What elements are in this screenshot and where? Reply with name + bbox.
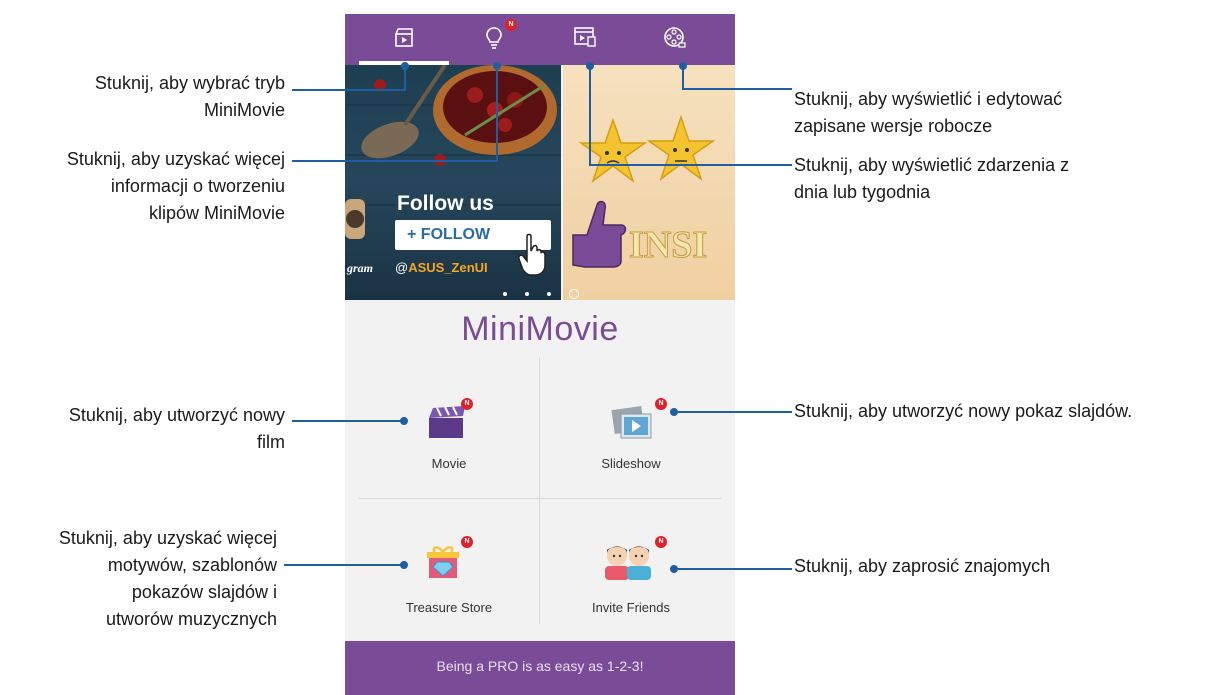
instagram-label: gram (347, 261, 374, 275)
carousel-indicator (503, 283, 597, 300)
callout-dot (493, 62, 501, 70)
promo-banner-carousel[interactable]: Follow us + FOLLOW gram @ASUS_ZenUI INSI (345, 65, 735, 300)
callout-line (496, 66, 498, 162)
callout-line (292, 160, 498, 162)
invite-friends-label: Invite Friends (591, 600, 671, 615)
annotation-line-text: Stuknij, aby utworzyć nowy (68, 405, 285, 425)
new-badge: N (655, 536, 667, 548)
film-reel-icon (664, 27, 686, 48)
hand-pointer-icon (518, 233, 546, 276)
new-badge: N (505, 19, 517, 31)
movie-label: Movie (431, 456, 467, 471)
annotation-events: Stuknij, aby wyświetlić zdarzenia z dnia… (794, 152, 1069, 206)
annotation-info: Stuknij, aby uzyskać więcej informacji o… (67, 146, 285, 227)
annotation-line-text: utworów muzycznych (105, 609, 277, 629)
callout-line (678, 568, 792, 570)
new-badge: N (461, 398, 473, 410)
callout-line (678, 411, 792, 413)
annotation-line-text: Stuknij, aby wyświetlić i edytować (794, 89, 1063, 109)
callout-line (292, 420, 404, 422)
callout-line (589, 66, 591, 166)
invite-friends-tile[interactable]: N Invite Friends (541, 508, 721, 638)
slideshow-label: Slideshow (601, 456, 661, 471)
inspiration-text: INSI (628, 224, 708, 267)
annotation-line-text: klipów MiniMovie (148, 203, 285, 223)
grid-divider-horizontal (359, 498, 721, 499)
new-badge: N (461, 536, 473, 548)
annotation-line-text: informacji o tworzeniu (110, 176, 285, 196)
slideshow-icon (611, 406, 652, 439)
annotation-line-text: Stuknij, aby uzyskać więcej (66, 149, 285, 169)
phone-screen: N Follow us + FOLLOW gram @ASUS_ZenUI IN… (345, 14, 735, 695)
annotation-line-text: Stuknij, aby utworzyć nowy pokaz slajdów… (794, 401, 1133, 421)
annotation-invite: Stuknij, aby zaprosić znajomych (794, 553, 1050, 580)
slideshow-tile[interactable]: N Slideshow (541, 368, 721, 498)
friends-icon (605, 546, 651, 580)
new-badge: N (655, 398, 667, 410)
handle-name: ASUS_ZenUI (408, 260, 488, 275)
grid-divider-vertical (539, 358, 540, 624)
callout-line (284, 564, 404, 566)
annotation-slideshow: Stuknij, aby utworzyć nowy pokaz slajdów… (794, 398, 1132, 425)
tab-tips[interactable]: N (449, 14, 539, 65)
annotation-line-text: Stuknij, aby zaprosić znajomych (794, 556, 1051, 576)
event-video-icon (574, 27, 596, 47)
callout-dot (679, 62, 687, 70)
callout-line (292, 89, 406, 91)
callout-dot (670, 565, 678, 573)
minimovie-logo: MiniMovie (461, 310, 619, 348)
annotation-line-text: MiniMovie (203, 100, 285, 120)
annotation-line-text: zapisane wersje robocze (794, 116, 993, 136)
callout-dot (586, 62, 594, 70)
annotation-line-text: dnia lub tygodnia (794, 182, 931, 202)
annotation-line-text: pokazów slajdów i (131, 582, 277, 602)
callout-dot (670, 408, 678, 416)
clapperboard-icon (395, 28, 413, 47)
treasure-store-tile[interactable]: N Treasure Store (359, 508, 539, 638)
pro-banner[interactable]: Being a PRO is as easy as 1-2-3! (345, 641, 735, 695)
annotation-line-text: motywów, szablonów (107, 555, 277, 575)
callout-dot (400, 417, 408, 425)
banner-slide-follow: Follow us + FOLLOW gram @ASUS_ZenUI (345, 65, 561, 300)
lightbulb-icon (486, 27, 502, 49)
top-tab-bar: N (345, 14, 735, 65)
carousel-dot-active (569, 288, 579, 299)
callout-line (589, 164, 792, 166)
callout-dot (400, 561, 408, 569)
annotation-line-text: Stuknij, aby wyświetlić zdarzenia z (794, 155, 1070, 175)
movie-tile[interactable]: N Movie (359, 368, 539, 498)
handle-at: @ (395, 260, 409, 275)
gift-box-icon (427, 546, 459, 578)
carousel-dot (547, 291, 551, 296)
callout-dot (401, 62, 409, 70)
annotation-line-text: film (257, 432, 285, 452)
follow-us-title: Follow us (397, 192, 494, 215)
treasure-store-label: Treasure Store (405, 600, 493, 615)
annotation-movie: Stuknij, aby utworzyć nowy film (69, 402, 285, 456)
callout-line (682, 88, 792, 90)
clapperboard-icon (429, 406, 465, 438)
carousel-dot (525, 291, 529, 296)
annotation-store: Stuknij, aby uzyskać więcej motywów, sza… (59, 525, 277, 633)
zenui-handle: @ASUS_ZenUI (395, 260, 488, 275)
tab-events[interactable] (539, 14, 629, 65)
tab-drafts[interactable] (629, 14, 719, 65)
carousel-dot (503, 291, 507, 296)
annotation-mode: Stuknij, aby wybrać tryb MiniMovie (95, 70, 285, 124)
annotation-line-text: Stuknij, aby wybrać tryb (94, 73, 285, 93)
annotation-drafts: Stuknij, aby wyświetlić i edytować zapis… (794, 86, 1062, 140)
annotation-line-text: Stuknij, aby uzyskać więcej (58, 528, 277, 548)
tab-minimovie-mode[interactable] (359, 14, 449, 65)
